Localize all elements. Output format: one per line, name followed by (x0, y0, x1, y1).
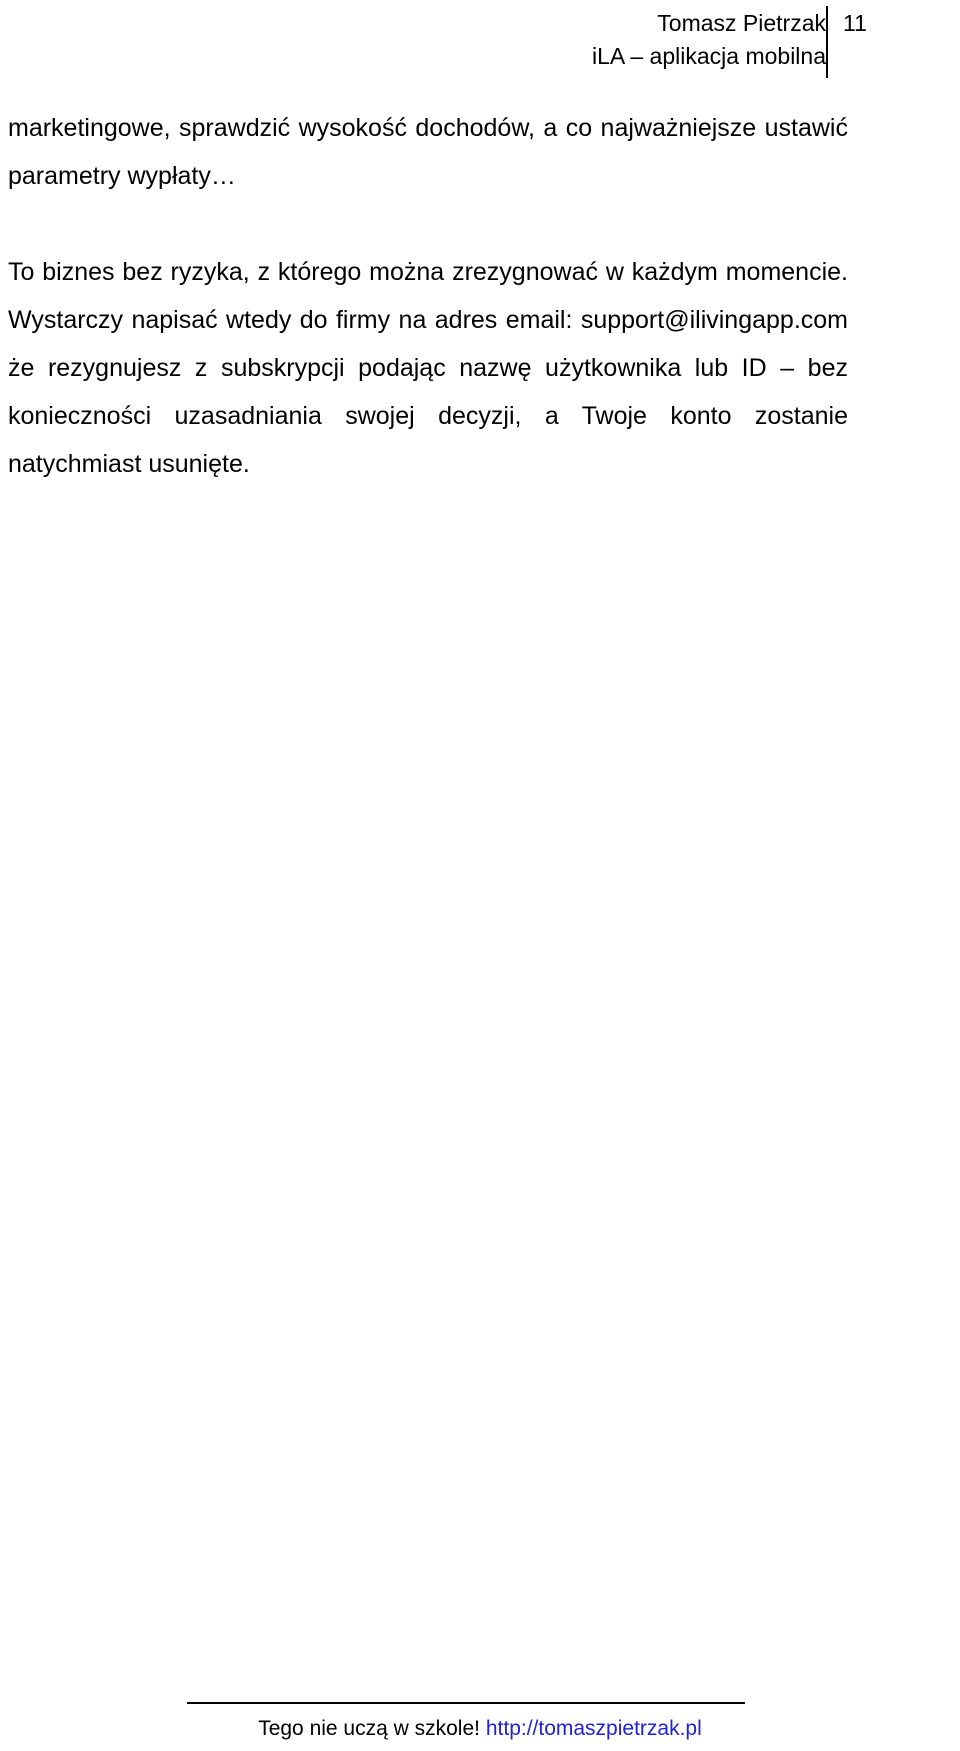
page-header: Tomasz Pietrzak iLA – aplikacja mobilna … (0, 0, 960, 92)
body-paragraph-2: To biznes bez ryzyka, z którego można zr… (8, 258, 848, 478)
footer-website-link[interactable]: http://tomaszpietrzak.pl (486, 1717, 702, 1740)
body-paragraph-1: marketingowe, sprawdzić wysokość dochodó… (8, 114, 848, 190)
footer-text-block: Tego nie uczą w szkole! http://tomaszpie… (0, 1714, 960, 1744)
header-divider (826, 6, 828, 78)
header-author: Tomasz Pietrzak (657, 10, 826, 36)
header-book-title: iLA – aplikacja mobilna (592, 43, 826, 69)
document-body: marketingowe, sprawdzić wysokość dochodó… (8, 104, 848, 488)
header-title-block: Tomasz Pietrzak iLA – aplikacja mobilna (592, 7, 826, 73)
footer-divider-rule (187, 1702, 745, 1704)
page-number: 11 (843, 10, 867, 36)
footer-tagline: Tego nie uczą w szkole! (258, 1717, 480, 1740)
